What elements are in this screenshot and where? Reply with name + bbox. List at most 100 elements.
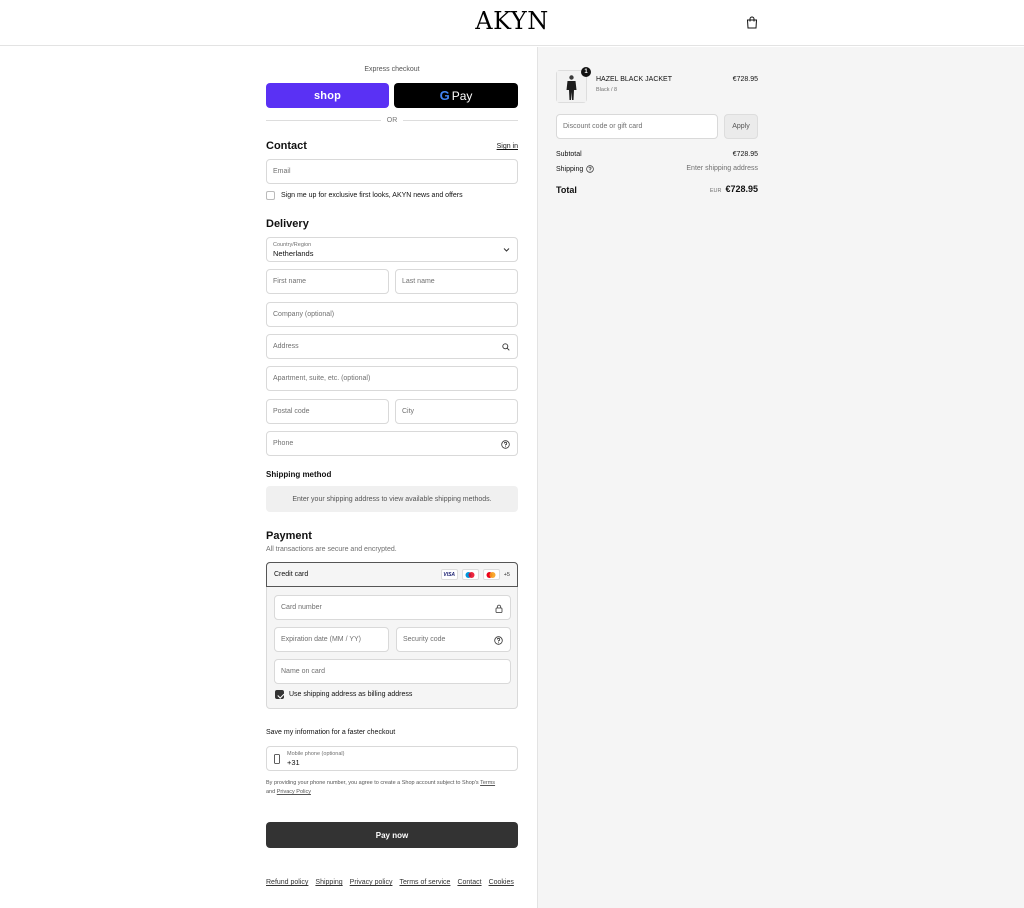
card-logos: VISA +5: [440, 569, 510, 580]
product-variant: Black / 8: [596, 87, 618, 93]
mobile-phone-value: +31: [287, 757, 300, 767]
or-divider: OR: [266, 115, 518, 125]
disclaimer-and: and: [266, 789, 276, 795]
apply-button[interactable]: Apply: [724, 114, 758, 139]
security-code-placeholder: Security code: [403, 636, 446, 643]
payment-subtitle: All transactions are secure and encrypte…: [266, 546, 397, 553]
email-placeholder: Email: [273, 168, 291, 175]
total-row: EUR €728.95: [710, 184, 758, 194]
visa-label: VISA: [443, 571, 456, 578]
phone-disclaimer: By providing your phone number, you agre…: [266, 779, 518, 797]
address-field[interactable]: Address: [266, 334, 518, 359]
subtotal-label: Subtotal: [556, 151, 582, 158]
phone-field[interactable]: Phone: [266, 431, 518, 456]
mobile-phone-icon: [274, 754, 280, 764]
privacy-policy-footer-link[interactable]: Privacy policy: [350, 879, 393, 886]
more-cards-badge: +5: [503, 571, 510, 578]
product-name: HAZEL BLACK JACKET: [596, 76, 672, 83]
delivery-heading: Delivery: [266, 218, 309, 230]
maestro-icon: [461, 569, 479, 580]
phone-placeholder: Phone: [273, 440, 294, 447]
city-field[interactable]: City: [395, 399, 518, 424]
mobile-phone-field[interactable]: Mobile phone (optional) +31: [266, 746, 518, 771]
expiration-date-field[interactable]: Expiration date (MM / YY): [274, 627, 389, 652]
address-placeholder: Address: [273, 343, 299, 350]
newsletter-row: Sign me up for exclusive first looks, AK…: [266, 191, 463, 200]
email-field[interactable]: Email: [266, 159, 518, 184]
card-number-field[interactable]: Card number: [274, 595, 511, 620]
save-info-heading: Save my information for a faster checkou…: [266, 729, 396, 736]
privacy-policy-link[interactable]: Privacy Policy: [277, 789, 311, 795]
express-checkout-label: Express checkout: [364, 66, 420, 73]
shop-pay-label: shop: [313, 89, 342, 102]
newsletter-checkbox[interactable]: [266, 191, 275, 200]
shipping-method-notice: Enter your shipping address to view avai…: [266, 486, 518, 512]
terms-of-service-link[interactable]: Terms of service: [399, 879, 450, 886]
discount-code-field[interactable]: Discount code or gift card: [556, 114, 718, 139]
security-code-field[interactable]: Security code: [396, 627, 511, 652]
help-circle-icon[interactable]: [501, 440, 510, 449]
name-on-card-placeholder: Name on card: [281, 668, 325, 675]
mastercard-icon: [482, 569, 500, 580]
contact-heading: Contact: [266, 140, 307, 152]
country-value: Netherlands: [273, 248, 314, 258]
google-pay-button[interactable]: G Pay: [394, 83, 518, 108]
pay-now-button[interactable]: Pay now: [266, 822, 518, 848]
google-g-icon: G: [439, 88, 450, 103]
shipping-link[interactable]: Shipping: [315, 879, 342, 886]
apartment-field[interactable]: Apartment, suite, etc. (optional): [266, 366, 518, 391]
shipping-label: Shipping: [556, 165, 584, 173]
billing-same-label: Use shipping address as billing address: [289, 691, 413, 698]
help-circle-icon[interactable]: [586, 165, 594, 173]
apply-label: Apply: [732, 123, 750, 130]
pay-now-label: Pay now: [375, 830, 409, 840]
name-on-card-field[interactable]: Name on card: [274, 659, 511, 684]
company-field[interactable]: Company (optional): [266, 302, 518, 327]
sign-in-link[interactable]: Sign in: [497, 143, 518, 150]
country-select[interactable]: Country/Region Netherlands: [266, 237, 518, 262]
quantity-badge: 1: [581, 67, 591, 77]
lock-icon: [495, 604, 503, 613]
apartment-placeholder: Apartment, suite, etc. (optional): [273, 375, 371, 382]
first-name-field[interactable]: First name: [266, 269, 389, 294]
checkout-main: Express checkout shop G Pay OR Contact S…: [0, 47, 538, 908]
terms-link[interactable]: Terms: [480, 780, 495, 786]
currency-code: EUR: [709, 188, 722, 194]
order-summary: 1 HAZEL BLACK JACKET Black / 8 €728.95 D…: [538, 47, 1024, 908]
total-value: €728.95: [725, 184, 758, 194]
subtotal-value: €728.95: [732, 151, 758, 158]
shipping-method-heading: Shipping method: [266, 470, 332, 479]
billing-same-checkbox[interactable]: [275, 690, 284, 699]
company-placeholder: Company (optional): [273, 311, 335, 318]
expiration-placeholder: Expiration date (MM / YY): [281, 636, 362, 643]
product-price: €728.95: [732, 76, 758, 83]
credit-card-option[interactable]: Credit card VISA +5: [266, 562, 518, 587]
credit-card-label: Credit card: [274, 571, 309, 578]
visa-icon: VISA: [440, 569, 458, 580]
or-label: OR: [386, 116, 398, 124]
disclaimer-text: By providing your phone number, you agre…: [266, 780, 479, 786]
payment-panel: Credit card VISA +5 Card number Expirati…: [266, 562, 518, 709]
newsletter-label: Sign me up for exclusive first looks, AK…: [281, 192, 463, 199]
payment-heading: Payment: [266, 530, 312, 542]
shop-pay-button[interactable]: shop: [266, 83, 389, 108]
store-logo[interactable]: AKYN: [0, 7, 1024, 35]
help-circle-icon[interactable]: [494, 636, 503, 645]
shipping-row: Shipping: [556, 165, 594, 173]
cookies-link[interactable]: Cookies: [489, 879, 514, 886]
postal-code-placeholder: Postal code: [273, 408, 310, 415]
country-label: Country/Region: [273, 241, 312, 248]
contact-link[interactable]: Contact: [457, 879, 481, 886]
billing-address-row: Use shipping address as billing address: [275, 690, 412, 699]
refund-policy-link[interactable]: Refund policy: [266, 879, 308, 886]
shopping-bag-icon[interactable]: [746, 16, 758, 29]
checkout-form: Express checkout shop G Pay OR Contact S…: [266, 47, 518, 908]
postal-code-field[interactable]: Postal code: [266, 399, 389, 424]
discount-placeholder: Discount code or gift card: [563, 123, 643, 130]
city-placeholder: City: [402, 408, 415, 415]
card-number-placeholder: Card number: [281, 604, 322, 611]
mobile-phone-label: Mobile phone (optional): [287, 750, 345, 757]
last-name-field[interactable]: Last name: [395, 269, 518, 294]
shipping-method-message: Enter your shipping address to view avai…: [292, 495, 492, 503]
first-name-placeholder: First name: [273, 278, 307, 285]
